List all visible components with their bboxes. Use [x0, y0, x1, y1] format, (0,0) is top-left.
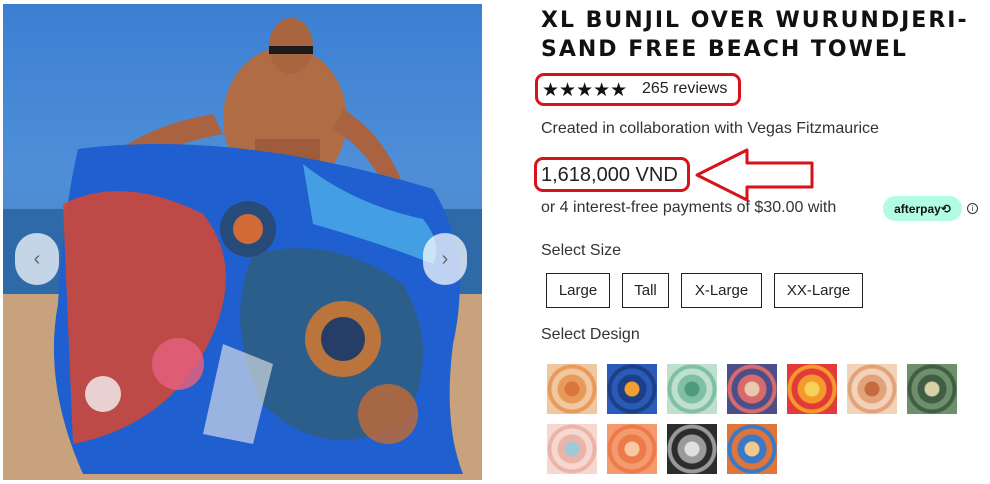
gallery-prev-button[interactable]: ‹ [15, 233, 59, 285]
product-image: ‹ › [3, 4, 482, 480]
info-icon[interactable]: i [967, 203, 978, 214]
design-swatch-5[interactable] [787, 364, 837, 414]
beach-towel-photo [3, 18, 482, 480]
product-price: 1,618,000 VND [541, 164, 678, 186]
design-swatch-3[interactable] [667, 364, 717, 414]
installments-text: or 4 interest-free payments of $30.00 wi… [541, 199, 837, 216]
size-label: Select Size [541, 242, 622, 259]
design-swatch-10[interactable] [667, 424, 717, 474]
design-swatch-1[interactable] [547, 364, 597, 414]
size-option-large[interactable]: Large [546, 273, 610, 308]
design-swatch-4[interactable] [727, 364, 777, 414]
design-swatch-11[interactable] [727, 424, 777, 474]
size-option-tall[interactable]: Tall [622, 273, 669, 308]
gallery-next-button[interactable]: › [423, 233, 467, 285]
design-swatch-9[interactable] [607, 424, 657, 474]
product-title: XL BUNJIL OVER WURUNDJERI- SAND FREE BEA… [541, 8, 969, 62]
design-swatch-8[interactable] [547, 424, 597, 474]
design-swatch-7[interactable] [907, 364, 957, 414]
design-label: Select Design [541, 326, 640, 343]
design-swatch-6[interactable] [847, 364, 897, 414]
collaboration-text: Created in collaboration with Vegas Fitz… [541, 120, 879, 137]
size-option-x-large[interactable]: X-Large [681, 273, 762, 308]
reviews-link[interactable]: 265 reviews [642, 80, 727, 98]
size-option-xx-large[interactable]: XX-Large [774, 273, 863, 308]
star-rating-icon[interactable]: ★★★★★ [542, 79, 627, 102]
design-swatch-2[interactable] [607, 364, 657, 414]
chevron-right-icon: › [441, 247, 449, 270]
annotation-arrow-icon [695, 148, 814, 202]
afterpay-badge[interactable]: afterpay⟲ [883, 196, 962, 221]
chevron-left-icon: ‹ [33, 247, 41, 270]
